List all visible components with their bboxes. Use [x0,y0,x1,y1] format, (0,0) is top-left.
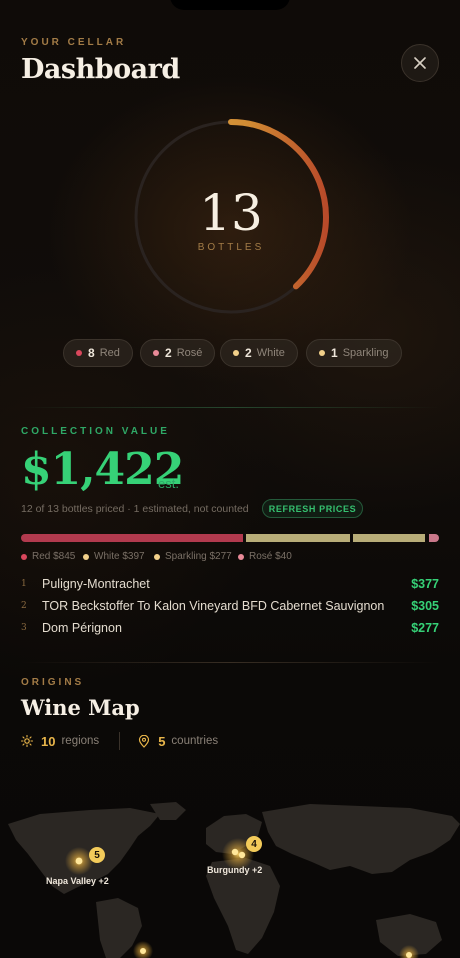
red-dot-icon [76,350,82,356]
cellar-eyebrow: YOUR CELLAR [21,37,127,48]
list-item[interactable]: 1 Puligny-Montrachet $377 [21,575,439,593]
value-bar-segment [21,534,243,542]
legend-item-rose: Rosé $40 [238,551,292,562]
wine-type-chips: 8 Red 2 Rosé 2 White 1 Sparkling [0,339,460,367]
origin-stats: 10 regions 5 countries [21,731,218,751]
sparkling-dot-icon [154,553,160,560]
list-item[interactable]: 2 TOR Beckstoffer To Kalon Vineyard BFD … [21,597,439,615]
chip-label: White [256,347,285,359]
chip-count: 2 [165,346,172,360]
collection-value-eyebrow: COLLECTION VALUE [21,426,170,437]
rose-dot-icon [238,553,244,560]
map-pin-icon [139,734,150,748]
stat-divider [119,732,121,750]
wine-name: TOR Beckstoffer To Kalon Vineyard BFD Ca… [42,599,385,613]
legend-item-red: Red $845 [21,551,75,562]
bottle-count-label: BOTTLES [197,242,265,253]
wine-name: Dom Pérignon [42,621,122,635]
wine-rank: 1 [21,579,27,589]
countries-label: countries [171,735,219,747]
countries-stat: 5 countries [138,734,218,749]
value-breakdown-bar [21,534,439,542]
origins-eyebrow: ORIGINS [21,677,85,688]
cluster-label[interactable]: Napa Valley +2 [46,876,109,886]
chip-count: 1 [331,346,338,360]
wine-price: $305 [411,599,439,613]
cluster-count-badge[interactable]: 4 [246,836,262,852]
legend-item-sparkling: Sparkling $277 [154,551,232,562]
chip-label: Sparkling [342,347,389,359]
regions-count: 10 [41,733,56,749]
device-notch [170,0,290,10]
napa-marker [75,857,83,865]
wine-map[interactable]: 5 Napa Valley +2 4 Burgundy +2 [0,790,460,958]
chip-rose[interactable]: 2 Rosé [140,339,216,367]
list-item[interactable]: 3 Dom Pérignon $277 [21,619,439,637]
cluster-count-badge[interactable]: 5 [89,847,105,863]
wine-rank: 3 [21,623,27,633]
wine-rank: 2 [21,601,27,611]
chip-label: Red [99,347,120,359]
cluster-label[interactable]: Burgundy +2 [207,865,262,875]
red-dot-icon [21,553,27,560]
collection-value-suffix: est. [158,476,179,491]
legend-label: Red $845 [32,551,76,562]
wine-price: $277 [411,621,439,635]
chip-count: 2 [245,346,252,360]
legend-label: Sparkling $277 [165,551,232,562]
section-divider [21,407,439,408]
legend-item-white: White $397 [83,551,145,562]
bottle-count: 13 [199,184,263,242]
australia-marker [406,952,412,958]
white-dot-icon [83,553,89,560]
countries-count: 5 [158,733,166,749]
south-america-marker [140,948,146,954]
chip-count: 8 [88,346,95,360]
close-button[interactable] [401,44,439,82]
sun-icon [21,735,33,747]
rose-dot-icon [153,350,159,356]
chip-sparkling[interactable]: 1 Sparkling [306,339,402,367]
collection-value-subtitle: 12 of 13 bottles priced · 1 estimated, n… [21,503,249,515]
wine-name: Puligny-Montrachet [42,577,150,591]
wine-price: $377 [411,577,439,591]
chip-red[interactable]: 8 Red [63,339,133,367]
burgundy-marker [231,848,239,856]
page-title: Dashboard [21,54,180,85]
section-divider [21,662,439,663]
chip-label: Rosé [176,347,203,359]
regions-label: regions [61,735,100,747]
regions-stat: 10 regions [21,734,99,749]
value-bar-segment [245,534,350,542]
asia-shape [262,804,460,874]
wine-map-title: Wine Map [21,695,140,720]
value-bar-segment [352,534,426,542]
refresh-prices-button[interactable]: REFRESH PRICES [262,499,363,518]
legend-label: White $397 [94,551,145,562]
chip-white[interactable]: 2 White [220,339,298,367]
burgundy-marker [238,851,246,859]
legend-label: Rosé $40 [249,551,292,562]
value-bar-segment [428,534,439,542]
sparkling-dot-icon [319,350,325,356]
white-dot-icon [233,350,239,356]
close-icon [414,57,426,69]
